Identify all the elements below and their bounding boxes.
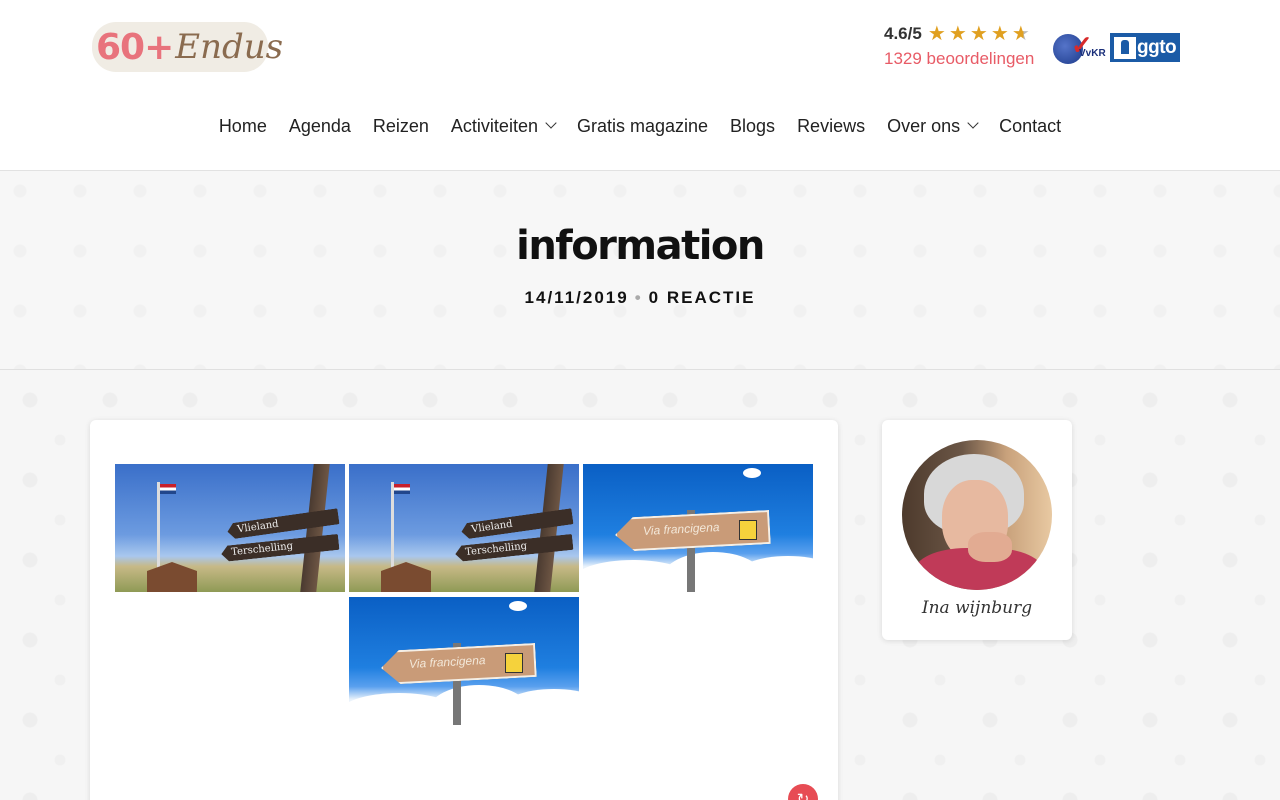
nav-agenda[interactable]: Agenda — [278, 112, 362, 141]
star-icon: ★ — [948, 22, 967, 45]
post-date: 14/11/2019 — [524, 288, 629, 307]
cloud — [743, 468, 761, 478]
nav-activiteiten[interactable]: Activiteiten — [440, 112, 566, 141]
vvkr-text: VvKR — [1079, 48, 1106, 59]
main-navigation: Home Agenda Reizen Activiteiten Gratis m… — [0, 112, 1280, 141]
nav-home[interactable]: Home — [208, 112, 278, 141]
ggto-logo[interactable]: ggto — [1110, 33, 1180, 62]
half-star-icon: ★ — [1011, 22, 1030, 45]
nav-reizen[interactable]: Reizen — [362, 112, 440, 141]
page-title: information — [516, 223, 765, 269]
nav-contact[interactable]: Contact — [988, 112, 1072, 141]
site-logo[interactable]: 60+ Endus — [92, 18, 283, 76]
author-card: Ina wijnburg — [882, 420, 1072, 640]
nav-gratis-magazine[interactable]: Gratis magazine — [566, 112, 719, 141]
site-header: 60+ Endus 4.6/5 ★ ★ ★ ★ ★ 1329 beoordeli… — [0, 0, 1280, 171]
logo-number: 60+ — [96, 26, 174, 68]
sign-board: Vlieland — [460, 508, 573, 539]
ggto-mark-icon — [1114, 36, 1136, 59]
author-name: Ina wijnburg — [921, 598, 1033, 618]
chevron-down-icon — [967, 116, 979, 129]
star-icon: ★ — [927, 22, 946, 45]
nav-reviews[interactable]: Reviews — [786, 112, 876, 141]
hut — [381, 562, 431, 592]
post-header: information 14/11/2019 • 0 REACTIE — [0, 171, 1280, 370]
cloud — [509, 601, 527, 611]
comment-count-link[interactable]: 0 REACTIE — [649, 288, 756, 307]
nav-label: Reviews — [797, 116, 866, 136]
meta-separator: • — [634, 288, 643, 307]
avatar-hand — [968, 532, 1012, 562]
pilgrim-icon — [505, 653, 523, 673]
star-icon: ★ — [990, 22, 1009, 45]
hut — [147, 562, 197, 592]
nav-label: Home — [218, 116, 267, 136]
chevron-down-icon — [545, 116, 557, 129]
rating-widget[interactable]: 4.6/5 ★ ★ ★ ★ ★ 1329 beoordelingen — [884, 24, 1054, 69]
nav-label: Gratis magazine — [576, 116, 709, 136]
gallery-image-via-francigena[interactable]: Via francigena — [349, 597, 579, 725]
nav-label: Blogs — [730, 116, 776, 136]
nav-label: Over ons — [887, 116, 961, 136]
pilgrim-icon — [739, 520, 757, 540]
share-icon: ↻ — [796, 791, 810, 800]
logo-text: Endus — [175, 27, 284, 67]
nav-label: Agenda — [288, 116, 351, 136]
author-avatar[interactable] — [902, 440, 1052, 590]
reviews-count-link[interactable]: 1329 beoordelingen — [884, 49, 1054, 69]
gallery-image-signpost[interactable]: Vlieland Terschelling — [349, 464, 579, 592]
sign-board: Vlieland — [226, 508, 339, 539]
gallery-image-signpost[interactable]: Vlieland Terschelling — [115, 464, 345, 592]
star-icon: ★ — [969, 22, 988, 45]
gallery-image-via-francigena[interactable]: Via francigena — [583, 464, 813, 592]
nav-blogs[interactable]: Blogs — [719, 112, 786, 141]
nav-label: Reizen — [372, 116, 429, 136]
rating-score: 4.6/5 — [884, 24, 922, 43]
nav-label: Activiteiten — [450, 116, 538, 136]
rating-stars: ★ ★ ★ ★ ★ — [927, 22, 1031, 45]
ggto-text: ggto — [1137, 36, 1177, 58]
nav-over-ons[interactable]: Over ons — [876, 112, 988, 141]
post-meta: 14/11/2019 • 0 REACTIE — [0, 288, 1280, 308]
nav-label: Contact — [999, 116, 1062, 136]
vvkr-logo[interactable]: ✓ VvKR — [1053, 32, 1106, 66]
dutch-flag — [394, 484, 410, 494]
dutch-flag — [160, 484, 176, 494]
